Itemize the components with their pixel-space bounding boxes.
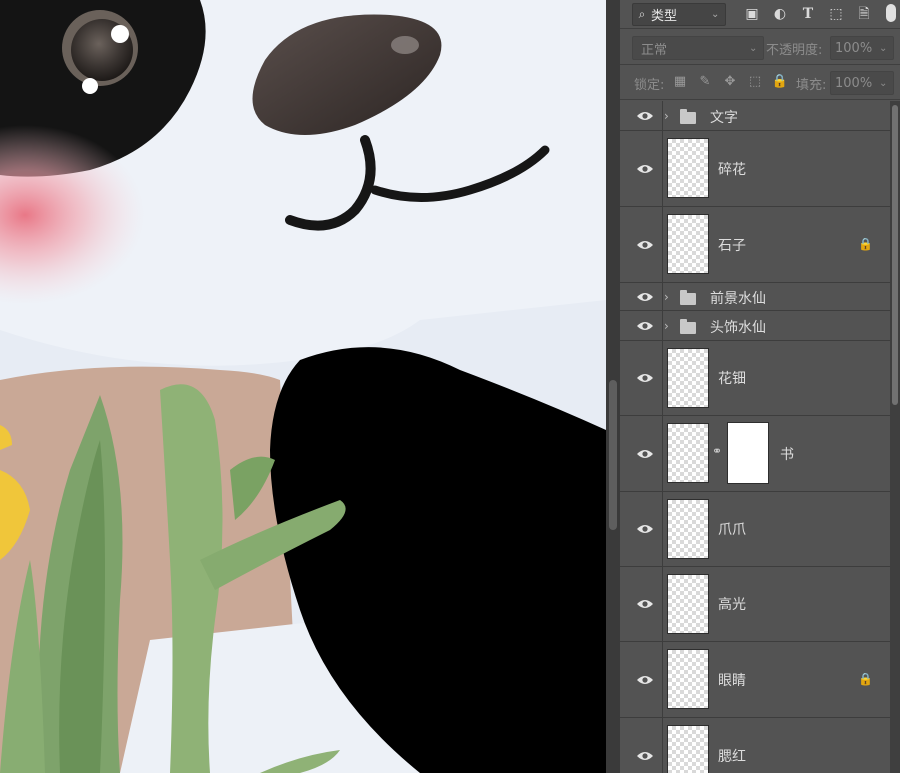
layer-name: 腮红: [718, 749, 746, 765]
layer-row[interactable]: 爪爪: [620, 492, 890, 567]
opacity-value: 100%: [835, 40, 873, 56]
layer-row-group[interactable]: › 头饰水仙: [620, 311, 890, 341]
blend-mode-value: 正常: [641, 42, 668, 58]
fill-value: 100%: [835, 75, 873, 91]
opacity-input[interactable]: 100% ⌄: [830, 36, 894, 60]
lock-position-icon[interactable]: ✥: [721, 73, 739, 91]
chevron-down-icon: ⌄: [711, 9, 720, 20]
layers-panel: ⌕ 类型 ⌄ ▣ ◐ T ⬚ 🗎 正常 ⌄ 不透明度: 100% ⌄ 锁定: ▦…: [620, 0, 900, 773]
chevron-down-icon: ⌄: [879, 77, 888, 89]
eye-icon[interactable]: [630, 101, 660, 130]
eye-icon[interactable]: [630, 416, 660, 491]
document-canvas[interactable]: [0, 0, 606, 773]
chevron-right-icon[interactable]: ›: [664, 290, 669, 304]
lock-all-icon[interactable]: 🔒: [771, 73, 789, 91]
link-chain-icon[interactable]: ⚭: [712, 444, 722, 458]
layer-name: 书: [780, 447, 794, 463]
layer-filter-type-label: 类型: [651, 9, 678, 24]
image-filter-icon[interactable]: ▣: [742, 4, 762, 24]
layer-name: 前景水仙: [710, 291, 766, 307]
layer-thumbnail: [667, 499, 709, 559]
layer-name: 花钿: [718, 371, 746, 387]
folder-icon: [680, 290, 696, 305]
fill-label: 填充:: [796, 78, 827, 93]
opacity-label: 不透明度:: [766, 43, 823, 58]
eye-icon[interactable]: [630, 311, 660, 340]
eye-icon[interactable]: [630, 642, 660, 717]
layer-thumbnail: [667, 138, 709, 198]
filter-toggle-switch[interactable]: [886, 4, 896, 22]
canvas-scroll-thumb[interactable]: [609, 380, 617, 530]
layers-list[interactable]: › 文字 碎花 石子 🔒 › 前景水仙 › 头饰水仙 花钿 ⚭ 书 爪爪 高光 …: [620, 101, 890, 773]
lock-artboard-icon[interactable]: ⬚: [746, 73, 764, 91]
layer-thumbnail: [667, 423, 709, 483]
eye-icon[interactable]: [630, 492, 660, 566]
panda-artwork: [0, 0, 606, 773]
layer-name: 爪爪: [718, 522, 746, 538]
layer-row[interactable]: 眼睛 🔒: [620, 642, 890, 718]
layer-name: 头饰水仙: [710, 320, 766, 336]
panel-divider: [620, 99, 900, 100]
blend-mode-select[interactable]: 正常 ⌄: [632, 36, 764, 60]
eye-icon[interactable]: [630, 131, 660, 206]
eye-icon[interactable]: [630, 207, 660, 282]
layer-row[interactable]: 石子 🔒: [620, 207, 890, 283]
shape-filter-icon[interactable]: ⬚: [826, 4, 846, 24]
chevron-right-icon[interactable]: ›: [664, 109, 669, 123]
layer-row-group[interactable]: › 前景水仙: [620, 283, 890, 311]
lock-label: 锁定:: [634, 78, 665, 93]
layer-thumbnail: [667, 214, 709, 274]
panel-divider: [620, 64, 900, 65]
chevron-down-icon: ⌄: [749, 42, 758, 54]
adjustment-filter-icon[interactable]: ◐: [770, 4, 790, 24]
layer-name: 眼睛: [718, 673, 746, 689]
eye-icon[interactable]: [630, 283, 660, 310]
layer-row[interactable]: 腮红: [620, 718, 890, 773]
layer-row[interactable]: ⚭ 书: [620, 416, 890, 492]
layer-filter-type-select[interactable]: ⌕ 类型 ⌄: [632, 3, 726, 26]
layer-row[interactable]: 花钿: [620, 341, 890, 416]
lock-icon: 🔒: [858, 237, 873, 251]
layer-row[interactable]: 高光: [620, 567, 890, 642]
lock-transparent-pixels-icon[interactable]: ▦: [671, 73, 689, 91]
layers-scroll-thumb[interactable]: [892, 105, 898, 405]
canvas-vertical-scrollbar[interactable]: [606, 0, 620, 773]
layer-thumbnail: [667, 574, 709, 634]
lock-image-pixels-icon[interactable]: ✎: [696, 73, 714, 91]
fill-input[interactable]: 100% ⌄: [830, 71, 894, 95]
folder-icon: [680, 109, 696, 124]
layer-name: 文字: [710, 110, 738, 126]
layer-thumbnail: [667, 649, 709, 709]
type-filter-icon[interactable]: T: [798, 4, 818, 24]
smart-object-filter-icon[interactable]: 🗎: [854, 4, 874, 24]
layer-row-group[interactable]: › 文字: [620, 101, 890, 131]
chevron-right-icon[interactable]: ›: [664, 319, 669, 333]
layer-mask-thumbnail[interactable]: [727, 422, 769, 484]
panel-divider: [620, 28, 900, 29]
lock-icon: 🔒: [858, 672, 873, 686]
layer-thumbnail: [667, 348, 709, 408]
layer-name: 石子: [718, 238, 746, 254]
eye-icon[interactable]: [630, 718, 660, 773]
chevron-down-icon: ⌄: [879, 42, 888, 54]
layer-row[interactable]: 碎花: [620, 131, 890, 207]
eye-icon[interactable]: [630, 341, 660, 415]
layer-name: 高光: [718, 597, 746, 613]
layer-thumbnail: [667, 725, 709, 773]
layer-name: 碎花: [718, 162, 746, 178]
search-icon: ⌕: [638, 7, 646, 21]
eye-icon[interactable]: [630, 567, 660, 641]
folder-icon: [680, 319, 696, 334]
layers-panel-scrollbar[interactable]: [890, 101, 900, 773]
